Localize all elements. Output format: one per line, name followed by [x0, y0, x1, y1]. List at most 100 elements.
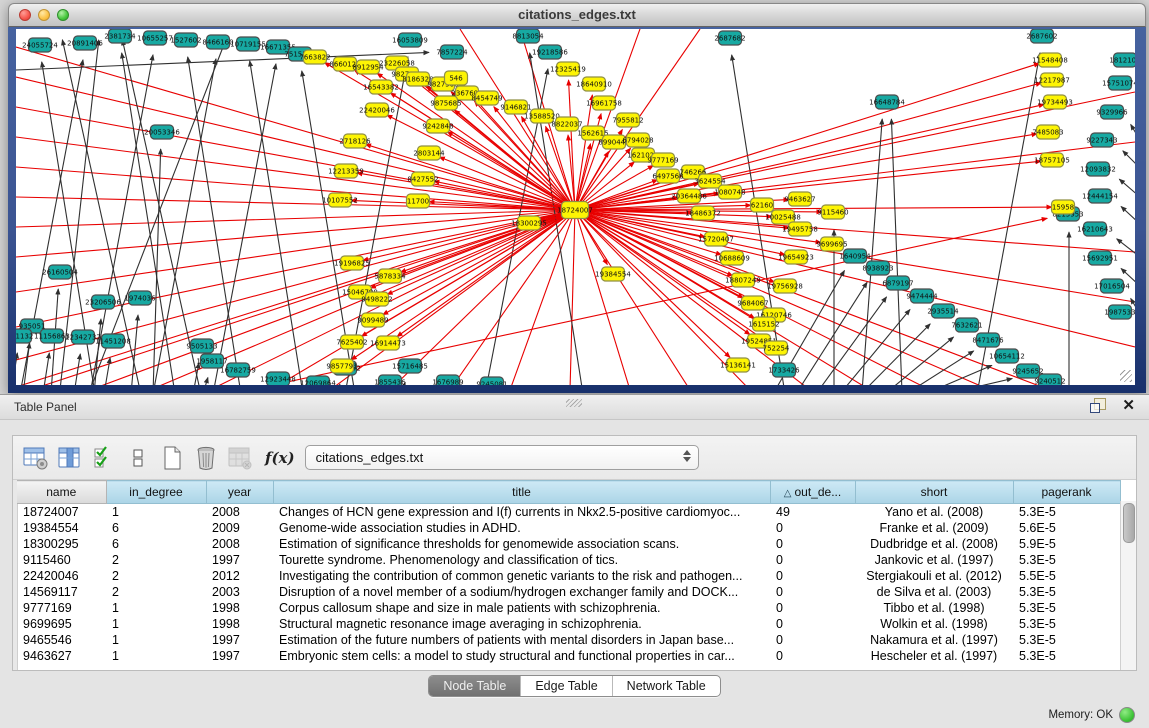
- graph-node[interactable]: 9463627: [784, 192, 815, 206]
- graph-node[interactable]: 9329966: [1096, 105, 1128, 119]
- table-cell[interactable]: 1: [106, 600, 206, 616]
- column-header-short[interactable]: short: [855, 481, 1013, 504]
- graph-node[interactable]: 1640954: [839, 249, 871, 263]
- graph-node[interactable]: 15136141: [720, 358, 756, 372]
- graph-node[interactable]: 1733426: [768, 363, 800, 377]
- table-cell[interactable]: 9465546: [17, 632, 106, 648]
- table-cell[interactable]: 1: [106, 632, 206, 648]
- table-cell[interactable]: 5.3E-5: [1013, 584, 1120, 600]
- graph-node[interactable]: 9498222: [361, 292, 392, 306]
- graph-node[interactable]: 1812104: [1109, 53, 1135, 67]
- graph-node[interactable]: 9115460: [817, 205, 848, 219]
- tab-node-table[interactable]: Node Table: [429, 676, 521, 696]
- table-cell[interactable]: 5.3E-5: [1013, 504, 1120, 521]
- graph-node[interactable]: 12923448: [260, 372, 296, 385]
- graph-node[interactable]: 19218586: [532, 45, 568, 59]
- graph-hub-node[interactable]: 18724007: [557, 202, 593, 219]
- close-window-button[interactable]: [19, 9, 31, 21]
- graph-node[interactable]: 11700: [407, 194, 430, 208]
- canvas-resize-grip[interactable]: [1120, 370, 1132, 382]
- column-header-pagerank[interactable]: pagerank: [1013, 481, 1120, 504]
- table-cell[interactable]: 5.6E-5: [1013, 520, 1120, 536]
- table-cell[interactable]: Embryonic stem cells: a model to study s…: [273, 648, 770, 664]
- table-cell[interactable]: 2012: [206, 568, 273, 584]
- table-cell[interactable]: 0: [770, 584, 855, 600]
- graph-node[interactable]: 8427552: [407, 172, 438, 186]
- graph-node[interactable]: 16210643: [1077, 222, 1113, 236]
- table-cell[interactable]: Investigating the contribution of common…: [273, 568, 770, 584]
- table-cell[interactable]: Franke et al. (2009): [855, 520, 1013, 536]
- table-row[interactable]: 1830029562008Estimation of significance …: [17, 536, 1120, 552]
- graph-node[interactable]: 2687602: [1026, 29, 1057, 43]
- graph-node[interactable]: 8454749: [471, 91, 502, 105]
- table-cell[interactable]: 5.9E-5: [1013, 536, 1120, 552]
- graph-node[interactable]: 16053809: [392, 33, 428, 47]
- table-cell[interactable]: Estimation of the future numbers of pati…: [273, 632, 770, 648]
- table-row[interactable]: 1456911722003Disruption of a novel membe…: [17, 584, 1120, 600]
- network-window-titlebar[interactable]: citations_edges.txt: [8, 3, 1146, 27]
- table-settings-button[interactable]: [21, 443, 51, 473]
- graph-node[interactable]: 9240512: [1034, 374, 1065, 385]
- table-row[interactable]: 911546021997Tourette syndrome. Phenomeno…: [17, 552, 1120, 568]
- table-row[interactable]: 969969511998Structural magnetic resonanc…: [17, 616, 1120, 632]
- table-row[interactable]: 977716911998Corpus callosum shape and si…: [17, 600, 1120, 616]
- table-row[interactable]: 1938455462009Genome-wide association stu…: [17, 520, 1120, 536]
- graph-node[interactable]: 9505133: [186, 339, 217, 353]
- graph-node[interactable]: 9099489: [357, 313, 388, 327]
- table-cell[interactable]: 5.3E-5: [1013, 616, 1120, 632]
- table-cell[interactable]: 49: [770, 504, 855, 521]
- table-cell[interactable]: 1997: [206, 648, 273, 664]
- graph-node[interactable]: 9242848: [422, 119, 453, 133]
- table-cell[interactable]: 1998: [206, 600, 273, 616]
- graph-node[interactable]: 15692951: [1082, 251, 1118, 265]
- tab-network-table[interactable]: Network Table: [613, 676, 720, 696]
- table-cell[interactable]: 14569117: [17, 584, 106, 600]
- graph-node[interactable]: 18640910: [576, 77, 612, 91]
- graph-node[interactable]: 7625402: [336, 335, 367, 349]
- graph-node[interactable]: 16543382: [363, 80, 399, 94]
- graph-node[interactable]: 62160: [751, 198, 774, 212]
- float-panel-icon[interactable]: [1090, 398, 1106, 413]
- zoom-window-button[interactable]: [57, 9, 69, 21]
- graph-node[interactable]: 1855436: [374, 375, 406, 385]
- graph-node[interactable]: 15958: [1052, 200, 1075, 214]
- graph-node[interactable]: 9699695: [816, 237, 847, 251]
- table-cell[interactable]: 1: [106, 648, 206, 664]
- graph-node[interactable]: 1987533: [1104, 305, 1135, 319]
- graph-node[interactable]: 18757105: [1034, 153, 1070, 167]
- table-cell[interactable]: 0: [770, 520, 855, 536]
- graph-node[interactable]: 20053346: [144, 125, 180, 139]
- graph-node[interactable]: 15716485: [392, 359, 428, 373]
- table-cell[interactable]: 1997: [206, 552, 273, 568]
- column-header-year[interactable]: year: [206, 481, 273, 504]
- graph-node[interactable]: 12217987: [1034, 73, 1070, 87]
- graph-node[interactable]: 10688609: [714, 251, 750, 265]
- graph-node[interactable]: 9875685: [430, 96, 461, 110]
- graph-node[interactable]: 2381734: [104, 29, 136, 43]
- table-cell[interactable]: 2003: [206, 584, 273, 600]
- table-row[interactable]: 1872400712008Changes of HCN gene express…: [17, 504, 1120, 521]
- graph-node[interactable]: 2718126: [339, 134, 371, 148]
- table-cell[interactable]: 19384554: [17, 520, 106, 536]
- graph-node[interactable]: 1974036: [124, 291, 156, 305]
- table-cell[interactable]: 22420046: [17, 568, 106, 584]
- graph-node[interactable]: 20364486: [671, 189, 707, 203]
- table-cell[interactable]: Genome-wide association studies in ADHD.: [273, 520, 770, 536]
- table-cell[interactable]: 5.3E-5: [1013, 552, 1120, 568]
- graph-node[interactable]: 9857791: [326, 359, 357, 373]
- table-cell[interactable]: 0: [770, 600, 855, 616]
- table-cell[interactable]: Changes of HCN gene expression and I(f) …: [273, 504, 770, 521]
- table-cell[interactable]: 5.3E-5: [1013, 648, 1120, 664]
- table-cell[interactable]: Structural magnetic resonance image aver…: [273, 616, 770, 632]
- table-cell[interactable]: 18300295: [17, 536, 106, 552]
- table-cell[interactable]: Tourette syndrome. Phenomenology and cla…: [273, 552, 770, 568]
- table-cell[interactable]: 1: [106, 504, 206, 521]
- graph-node[interactable]: 7632621: [951, 318, 982, 332]
- table-cell[interactable]: 6: [106, 520, 206, 536]
- graph-node[interactable]: 7857224: [436, 45, 468, 59]
- graph-node[interactable]: 12093832: [1080, 162, 1116, 176]
- show-column-button[interactable]: [55, 443, 85, 473]
- graph-node[interactable]: 7955812: [612, 113, 643, 127]
- table-cell[interactable]: 0: [770, 648, 855, 664]
- graph-node[interactable]: 15751074: [1102, 76, 1135, 90]
